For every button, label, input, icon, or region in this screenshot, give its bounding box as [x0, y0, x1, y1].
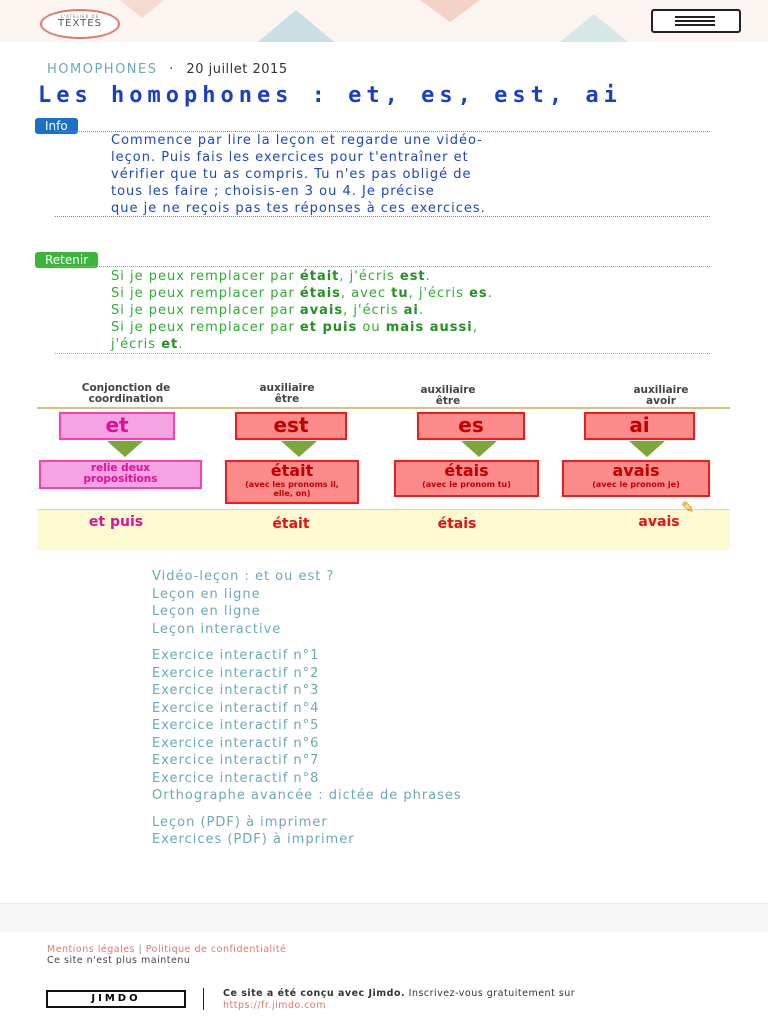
link-lesson-online[interactable]: Leçon en ligne: [152, 586, 462, 604]
down-arrow-icon: [461, 441, 497, 457]
legal-separator: |: [138, 944, 143, 955]
cartoon-icon: ✎: [681, 498, 695, 517]
link-exercise[interactable]: Exercice interactif n°3: [152, 682, 462, 700]
made-rest: Inscrivez-vous gratuitement sur: [405, 988, 576, 999]
column-header: auxiliaire être: [420, 384, 476, 407]
band-word: et puis: [88, 514, 144, 530]
link-exercise[interactable]: Exercice interactif n°5: [152, 717, 462, 735]
decor-triangle: [420, 0, 480, 22]
column-header: auxiliaire être: [259, 382, 315, 405]
jimdo-url-link[interactable]: https://fr.jimdo.com: [223, 1000, 326, 1011]
column-header: auxiliaire avoir: [633, 384, 689, 407]
post-date: 20 juillet 2015: [186, 62, 288, 77]
legal-links: Mentions légales | Politique de confiden…: [47, 944, 286, 955]
info-line: tous les faire ; choisis-en 3 ou 4. Je p…: [111, 184, 435, 199]
column-header: Conjonction de coordination: [81, 382, 171, 405]
link-exercise[interactable]: Exercice interactif n°1: [152, 647, 462, 665]
word-box-ai: ai: [584, 412, 695, 440]
meta-separator: ·: [169, 62, 175, 77]
link-exercise[interactable]: Exercice interactif n°2: [152, 665, 462, 683]
decor-triangle: [560, 14, 628, 42]
info-line: vérifier que tu as compris. Tu n'es pas …: [111, 167, 472, 182]
link-exercise[interactable]: Exercice interactif n°4: [152, 700, 462, 718]
made-with-jimdo: Ce site a été conçu avec Jimdo. Inscrive…: [223, 988, 743, 1012]
link-exercise[interactable]: Exercice interactif n°7: [152, 752, 462, 770]
jimdo-logo[interactable]: JIMDO: [46, 990, 186, 1008]
mentions-link[interactable]: Mentions légales: [47, 944, 135, 955]
definition-box: avais (avec le pronom je): [562, 460, 710, 497]
band-word: était: [272, 516, 310, 532]
info-line: que je ne reçois pas tes réponses à ces …: [111, 201, 486, 216]
retenir-line: Si je peux remplacer par avais, j'écris …: [111, 303, 424, 318]
info-line: Commence par lire la leçon et regarde un…: [111, 133, 483, 148]
footer-divider: [203, 988, 204, 1010]
site-logo[interactable]: L'ATELIER DE TEXTES: [40, 9, 120, 39]
retenir-line: Si je peux remplacer par était, j'écris …: [111, 269, 431, 284]
link-exercises-pdf[interactable]: Exercices (PDF) à imprimer: [152, 831, 462, 849]
word-box-et: et: [59, 412, 175, 440]
link-exercise[interactable]: Exercice interactif n°6: [152, 735, 462, 753]
not-maintained-note: Ce site n'est plus maintenu: [47, 955, 191, 966]
divider-line: [37, 407, 730, 409]
menu-button[interactable]: [651, 9, 741, 33]
made-bold: Ce site a été conçu avec Jimdo.: [223, 988, 406, 999]
link-lesson-pdf[interactable]: Leçon (PDF) à imprimer: [152, 814, 462, 832]
category-link[interactable]: HOMOPHONES: [47, 62, 158, 77]
post-meta: HOMOPHONES · 20 juillet 2015: [47, 62, 288, 77]
down-arrow-icon: [629, 441, 665, 457]
band-word: étais: [437, 516, 477, 532]
link-exercise[interactable]: Exercice interactif n°8: [152, 770, 462, 788]
hamburger-icon: [675, 20, 715, 22]
word-box-es: es: [417, 412, 525, 440]
decor-triangle: [258, 10, 334, 42]
word-box-est: est: [235, 412, 347, 440]
link-lesson-online[interactable]: Leçon en ligne: [152, 603, 462, 621]
retenir-line: j'écris et.: [111, 337, 184, 352]
hamburger-icon: [675, 16, 715, 18]
retenir-text: Si je peux remplacer par était, j'écris …: [111, 268, 711, 353]
hamburger-icon: [675, 24, 715, 26]
down-arrow-icon: [107, 441, 143, 457]
logo-big-text: TEXTES: [58, 18, 102, 29]
decor-triangle: [120, 0, 164, 18]
link-interactive-lesson[interactable]: Leçon interactive: [152, 621, 462, 639]
definition-box: relie deux propositions: [39, 460, 202, 489]
page-title: Les homophones : et, es, est, ai: [38, 83, 622, 108]
info-line: leçon. Puis fais les exercices pour t'en…: [111, 150, 469, 165]
link-dictation[interactable]: Orthographe avancée : dictée de phrases: [152, 787, 462, 805]
down-arrow-icon: [281, 441, 317, 457]
resource-links: Vidéo-leçon : et ou est ? Leçon en ligne…: [152, 568, 462, 849]
definition-box: était (avec les pronoms il, elle, on): [225, 460, 359, 504]
privacy-link[interactable]: Politique de confidentialité: [146, 944, 287, 955]
homophones-diagram: Conjonction de coordination auxiliaire êtr…: [37, 380, 730, 550]
footer-strip: [0, 903, 768, 932]
link-video-lesson[interactable]: Vidéo-leçon : et ou est ?: [152, 568, 462, 586]
definition-box: étais (avec le pronom tu): [394, 460, 539, 497]
top-bar: L'ATELIER DE TEXTES: [0, 0, 768, 42]
info-text: Commence par lire la leçon et regarde un…: [111, 132, 711, 217]
retenir-line: Si je peux remplacer par et puis ou mais…: [111, 320, 478, 335]
retenir-line: Si je peux remplacer par étais, avec tu,…: [111, 286, 493, 301]
